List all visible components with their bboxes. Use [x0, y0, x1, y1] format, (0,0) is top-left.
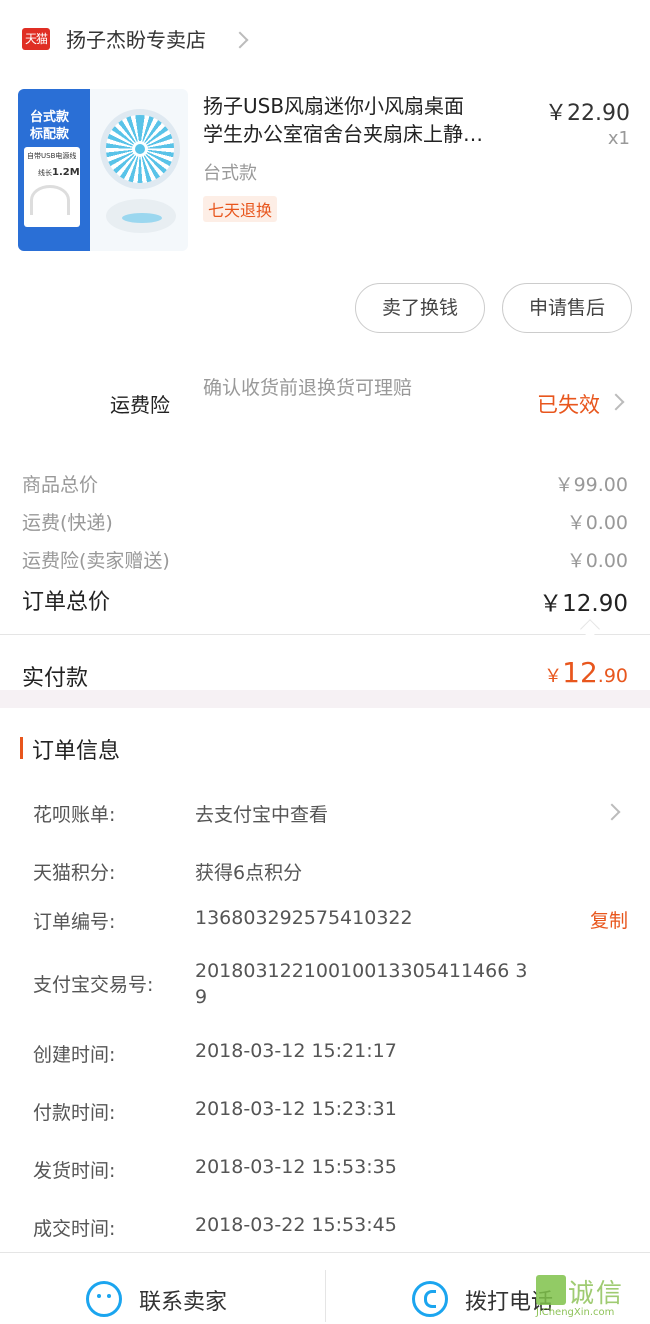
phone-icon: [412, 1281, 448, 1317]
paid-label: 实付款: [22, 666, 89, 691]
contact-seller-label: 联系卖家: [139, 1290, 228, 1315]
watermark-text: 诚信: [568, 1279, 625, 1309]
shipping-value: ￥0.00: [566, 512, 628, 534]
huabei-label: 花呗账单:: [33, 804, 116, 826]
copy-button[interactable]: 复制: [590, 906, 628, 933]
points-label: 天猫积分:: [33, 862, 116, 884]
chevron-right-icon[interactable]: [603, 803, 621, 821]
order-total-value: ￥12.90: [539, 591, 628, 617]
watermark-logo: 诚信 JiChengXin.com: [536, 1275, 644, 1321]
thumb-cable-label: 自带USB电源线: [27, 152, 77, 160]
thumb-length-label: 线长: [38, 169, 52, 177]
chat-icon: [86, 1281, 122, 1317]
product-title-line1: 扬子USB风扇迷你小风扇桌面: [203, 94, 465, 118]
shipping-label: 运费(快递): [22, 512, 113, 534]
section-gap: [0, 690, 650, 708]
bottom-divider: [325, 1270, 326, 1322]
product-thumbnail[interactable]: 台式款标配款 自带USB电源线 线长1.2M: [18, 89, 188, 251]
created-label: 创建时间:: [33, 1044, 116, 1066]
contact-seller-button[interactable]: 联系卖家: [84, 1278, 294, 1322]
store-name[interactable]: 扬子杰盼专卖店: [66, 24, 206, 53]
insurance-status[interactable]: 已失效: [537, 389, 600, 419]
divider: [0, 634, 650, 635]
alipay-value-line1: 20180312210010013305411466 3: [195, 960, 528, 982]
paid-time-label: 付款时间:: [33, 1102, 116, 1124]
order-no-value: 136803292575410322: [195, 907, 413, 929]
tmall-logo: 天猫: [22, 28, 50, 50]
watermark-url: JiChengXin.com: [536, 1307, 615, 1318]
section-accent-bar: [20, 737, 23, 759]
product-price: ￥22.90: [545, 101, 630, 126]
product-quantity: x1: [607, 128, 630, 149]
thumb-length-value: 1.2M: [52, 167, 80, 178]
paid-amount: ￥12.90: [544, 656, 628, 689]
order-total-label: 订单总价: [22, 590, 111, 615]
goods-total-label: 商品总价: [22, 474, 99, 496]
thumb-text-1: 台式款: [30, 110, 70, 125]
product-spec: 台式款: [203, 163, 257, 184]
product-title-line2: 学生办公室宿舍台夹扇床上静…: [203, 122, 483, 146]
created-value: 2018-03-12 15:21:17: [195, 1040, 397, 1062]
shipped-value: 2018-03-12 15:53:35: [195, 1156, 397, 1178]
paid-time-value: 2018-03-12 15:23:31: [195, 1098, 397, 1120]
chevron-right-icon[interactable]: [231, 31, 249, 49]
chevron-right-icon[interactable]: [607, 393, 625, 411]
sell-button[interactable]: 卖了换钱: [355, 283, 485, 333]
goods-total-value: ￥99.00: [554, 474, 628, 496]
after-sale-button[interactable]: 申请售后: [502, 283, 632, 333]
thumb-text-2: 标配款: [30, 127, 70, 142]
points-value: 获得6点积分: [195, 862, 303, 884]
alipay-label: 支付宝交易号:: [33, 974, 154, 996]
shipped-label: 发货时间:: [33, 1160, 116, 1182]
insurance-label: 运费险: [110, 393, 170, 417]
order-info-title: 订单信息: [32, 739, 121, 764]
alipay-value: 20180312210010013305411466 3 9: [195, 958, 527, 1010]
completed-value: 2018-03-22 15:53:45: [195, 1214, 397, 1236]
huabei-link[interactable]: 去支付宝中查看: [195, 800, 328, 827]
divider-notch: [580, 619, 600, 639]
order-no-label: 订单编号:: [33, 911, 116, 933]
insurance-fee-label: 运费险(卖家赠送): [22, 550, 170, 572]
alipay-value-line2: 9: [195, 986, 208, 1008]
insurance-desc: 确认收货前退换货可理赔: [203, 377, 413, 399]
product-title[interactable]: 扬子USB风扇迷你小风扇桌面 学生办公室宿舍台夹扇床上静…: [203, 92, 538, 148]
completed-label: 成交时间:: [33, 1218, 116, 1240]
insurance-fee-value: ￥0.00: [566, 550, 628, 572]
return-policy-tag: 七天退换: [203, 196, 278, 222]
